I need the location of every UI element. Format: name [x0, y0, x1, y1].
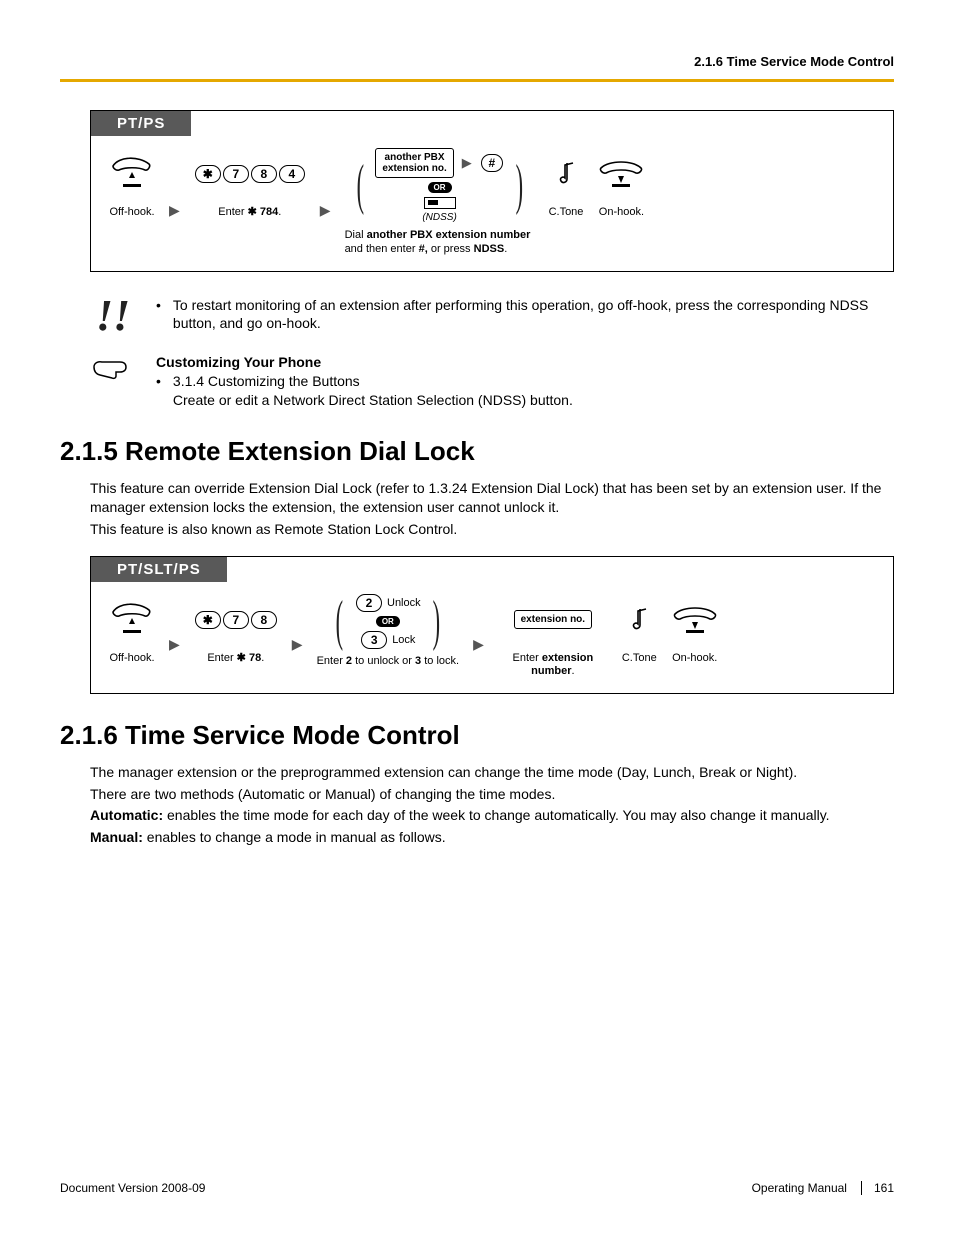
- arrow-icon: ▶: [320, 202, 331, 219]
- header-divider: [60, 79, 894, 82]
- arrow-icon: ▶: [169, 202, 180, 219]
- page-header-section: 2.1.6 Time Service Mode Control: [60, 54, 894, 69]
- page-number: 161: [861, 1181, 894, 1195]
- onhook-caption: On-hook.: [672, 652, 717, 666]
- pbx-ext-box: another PBX extension no.: [375, 148, 453, 178]
- extension-no-box: extension no.: [514, 610, 592, 629]
- enter-code-caption: Enter ✱ 78.: [207, 652, 264, 666]
- offhook-caption: Off-hook.: [109, 652, 154, 666]
- ndss-button-icon: [424, 197, 456, 209]
- ndss-label: (NDSS): [422, 212, 456, 223]
- pointing-hand-icon: [90, 353, 132, 383]
- unlock-label: Unlock: [387, 597, 421, 609]
- document-version: Document Version 2008-09: [60, 1181, 205, 1195]
- key: 7: [223, 165, 249, 183]
- key: 4: [279, 165, 305, 183]
- section-heading-216: 2.1.6 Time Service Mode Control: [60, 720, 894, 751]
- key: 2: [356, 594, 382, 612]
- arrow-icon: ▶: [473, 636, 484, 653]
- ctone-label: C.Tone: [549, 206, 584, 220]
- procedure-diagram-ptps: PT/PS Off-hook. ▶ ✱ 7 8: [90, 110, 894, 272]
- hash-key: #: [481, 154, 503, 172]
- arrow-icon: ▶: [169, 636, 180, 653]
- dial-caption: Dial another PBX extension number and th…: [345, 229, 535, 257]
- diagram-tab: PT/SLT/PS: [91, 557, 227, 582]
- reference-note: Customizing Your Phone • 3.1.4 Customizi…: [90, 353, 894, 410]
- ext-caption: Enter extension number.: [498, 652, 608, 680]
- customizing-heading: Customizing Your Phone: [156, 354, 321, 370]
- enter-code-caption: Enter ✱ 784.: [218, 206, 281, 220]
- or-pill: OR: [428, 182, 452, 193]
- unlock-lock-caption: Enter 2 to unlock or 3 to lock.: [317, 655, 460, 669]
- section-heading-215: 2.1.5 Remote Extension Dial Lock: [60, 436, 894, 467]
- paren-left-icon: (: [336, 599, 343, 644]
- paren-right-icon: ): [432, 599, 439, 644]
- key: 3: [361, 631, 387, 649]
- handset-onhook-icon: [671, 602, 719, 638]
- handset-offhook-icon: [109, 600, 155, 640]
- paren-right-icon: ): [515, 163, 522, 208]
- manual-label: Operating Manual: [752, 1181, 847, 1195]
- handset-offhook-icon: [109, 154, 155, 194]
- key: ✱: [195, 165, 221, 183]
- ctone-icon: [553, 159, 579, 189]
- bang-icon: !!: [90, 296, 136, 336]
- ctone-label: C.Tone: [622, 652, 657, 666]
- handset-onhook-icon: [597, 156, 645, 192]
- ctone-icon: [626, 605, 652, 635]
- arrow-icon: ▶: [292, 636, 303, 653]
- or-pill: OR: [376, 616, 400, 627]
- section-215-body: This feature can override Extension Dial…: [90, 479, 894, 540]
- procedure-diagram-ptsltps: PT/SLT/PS Off-hook. ▶ ✱ 7 8: [90, 556, 894, 695]
- section-216-body: The manager extension or the preprogramm…: [90, 763, 894, 847]
- diagram-tab: PT/PS: [91, 111, 191, 136]
- lock-label: Lock: [392, 634, 415, 646]
- key: ✱: [195, 611, 221, 629]
- arrow-icon: ▶: [462, 155, 472, 171]
- customizing-ref: 3.1.4 Customizing the Buttons: [173, 372, 573, 391]
- important-note: !! • To restart monitoring of an extensi…: [90, 296, 894, 336]
- onhook-caption: On-hook.: [599, 206, 644, 220]
- key: 8: [251, 611, 277, 629]
- paren-left-icon: (: [356, 163, 363, 208]
- page-footer: Document Version 2008-09 Operating Manua…: [60, 1181, 894, 1195]
- keypad-sequence: ✱ 7 8 4: [194, 148, 306, 200]
- customizing-desc: Create or edit a Network Direct Station …: [173, 391, 573, 410]
- offhook-caption: Off-hook.: [109, 206, 154, 220]
- key: 8: [251, 165, 277, 183]
- keypad-sequence: ✱ 7 8: [194, 594, 278, 646]
- note-text: To restart monitoring of an extension af…: [173, 296, 894, 334]
- key: 7: [223, 611, 249, 629]
